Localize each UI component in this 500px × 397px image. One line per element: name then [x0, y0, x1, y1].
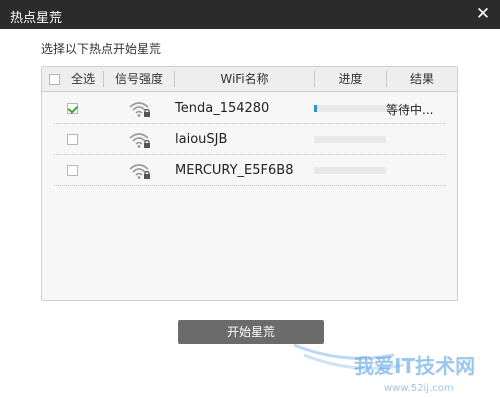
- wifi-name: Tenda_154280: [175, 101, 270, 116]
- table-header: 全选 信号强度 WiFi名称 进度 结果: [42, 67, 457, 92]
- header-result: 结果: [409, 72, 434, 86]
- wifi-name: MERCURY_E5F6B8: [175, 163, 294, 178]
- result-status: 等待中...: [386, 103, 434, 117]
- header-signal: 信号强度: [114, 72, 163, 86]
- row-checkbox[interactable]: [67, 165, 78, 176]
- dialog-body: 选择以下热点开始星荒 全选 信号强度 WiFi名称 进度 结果 Tenda_15…: [0, 29, 500, 394]
- header-select-all: 全选: [70, 72, 95, 86]
- wifi-lock-icon: [129, 133, 150, 148]
- row-checkbox[interactable]: [67, 134, 78, 145]
- table-row[interactable]: laiouSJB: [42, 124, 457, 155]
- table-row[interactable]: Tenda_154280 等待中...: [42, 93, 457, 124]
- progress-bar: [314, 136, 386, 143]
- wifi-lock-icon: [129, 102, 150, 117]
- hotspot-list-panel: 全选 信号强度 WiFi名称 进度 结果 Tenda_154280 等待中...…: [41, 66, 458, 301]
- progress-fill: [314, 105, 317, 112]
- watermark-url: www.52ij.com: [384, 383, 454, 394]
- instruction-text: 选择以下热点开始星荒: [41, 42, 162, 56]
- row-divider: [54, 185, 445, 186]
- window-title: 热点星荒: [10, 11, 63, 26]
- row-checkbox[interactable]: [67, 103, 78, 114]
- title-bar: 热点星荒 ✕: [0, 0, 500, 29]
- close-icon[interactable]: ✕: [472, 3, 494, 25]
- progress-bar: [314, 167, 386, 174]
- select-all-checkbox[interactable]: [49, 74, 60, 85]
- wifi-name: laiouSJB: [175, 132, 228, 147]
- table-row[interactable]: MERCURY_E5F6B8: [42, 155, 457, 186]
- header-progress: 进度: [338, 72, 363, 86]
- header-wifi-name: WiFi名称: [220, 72, 269, 86]
- watermark-logo: 我爱IT技术网 www.52ij.com: [293, 343, 475, 394]
- watermark-text: 我爱IT技术网: [354, 354, 475, 378]
- wifi-lock-icon: [129, 164, 150, 179]
- progress-bar: [314, 105, 386, 112]
